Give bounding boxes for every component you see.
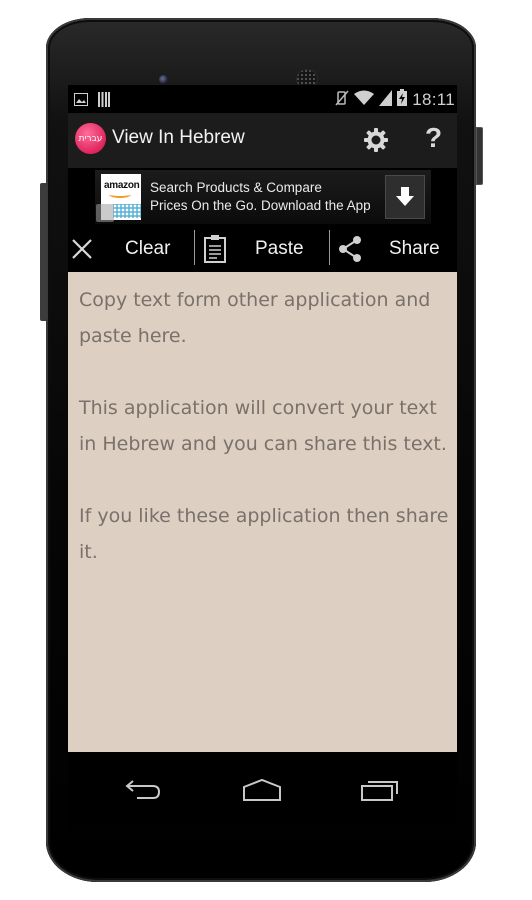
close-icon (72, 238, 92, 259)
ad-brand: amazon (104, 180, 140, 191)
app-logo-text: עברית (78, 133, 103, 144)
ad-line-2: Prices On the Go. Download the App (150, 198, 371, 213)
screen: 18:11 עברית View In Hebrew ? amazon Sear… (68, 85, 457, 830)
gallery-notification-icon (74, 93, 88, 111)
ad-info-icon[interactable] (96, 204, 114, 222)
app-title: View In Hebrew (112, 127, 245, 148)
back-button[interactable] (114, 772, 174, 808)
text-editor[interactable]: Copy text form other application and pas… (68, 272, 457, 752)
battery-charging-icon (397, 89, 408, 111)
app-logo[interactable]: עברית (75, 123, 106, 154)
status-bar: 18:11 (68, 85, 457, 113)
back-icon (125, 780, 161, 799)
ad-download-button[interactable] (385, 175, 425, 219)
home-icon (243, 778, 281, 801)
home-button[interactable] (232, 772, 292, 808)
recents-button[interactable] (350, 772, 410, 808)
gear-icon (364, 128, 388, 152)
editor-text: Copy text form other application and pas… (79, 289, 449, 563)
front-camera (159, 75, 168, 84)
vibrate-off-icon (335, 90, 349, 111)
action-toolbar: Clear Paste Share (68, 225, 457, 272)
cart-icon (113, 204, 141, 218)
ad-text: Search Products & Compare Prices On the … (150, 179, 371, 215)
clipboard-icon (204, 234, 226, 263)
power-button (476, 127, 483, 185)
wifi-icon (354, 90, 375, 111)
share-label: Share (389, 237, 440, 259)
settings-button[interactable] (363, 127, 389, 153)
barcode-notification-icon (98, 92, 110, 112)
share-button[interactable]: Share (330, 225, 457, 272)
app-bar: עברית View In Hebrew ? (68, 113, 457, 168)
amazon-smile-icon (109, 191, 131, 198)
help-button[interactable]: ? (425, 122, 442, 154)
status-time: 18:11 (412, 90, 455, 109)
share-icon (339, 235, 361, 262)
clear-label: Clear (125, 237, 171, 259)
clear-button[interactable]: Clear (68, 225, 193, 272)
paste-button[interactable]: Paste (195, 225, 328, 272)
recents-icon (361, 781, 398, 801)
download-arrow-icon (396, 187, 414, 206)
ad-banner[interactable]: amazon Search Products & Compare Prices … (68, 168, 457, 225)
navigation-bar (68, 752, 457, 830)
paste-label: Paste (255, 237, 304, 259)
signal-icon (379, 89, 393, 111)
ad-line-1: Search Products & Compare (150, 180, 322, 195)
